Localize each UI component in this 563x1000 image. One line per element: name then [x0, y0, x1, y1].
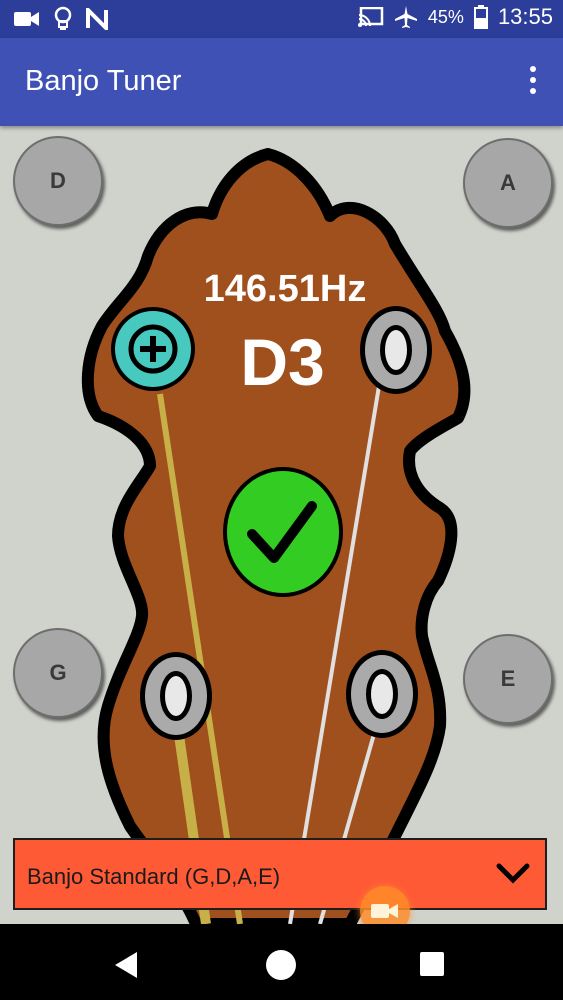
string-button-a[interactable]: A	[463, 138, 553, 228]
string-button-e-label: E	[500, 666, 516, 691]
string-button-e[interactable]: E	[463, 634, 553, 724]
video-camera-icon	[371, 904, 398, 918]
more-vert-icon[interactable]	[521, 66, 545, 100]
string-button-g-label: G	[49, 660, 67, 685]
navigation-bar	[0, 924, 563, 1000]
string-button-g[interactable]: G	[13, 628, 103, 718]
airplane-mode-icon	[394, 6, 417, 28]
lightbulb-icon	[54, 6, 72, 30]
note-readout: D3	[240, 325, 325, 399]
string-button-d-label: D	[50, 168, 66, 193]
video-camera-icon	[14, 12, 39, 26]
tuner-stage: 146.51Hz D3 D A G E	[0, 126, 563, 924]
cast-icon	[357, 7, 384, 27]
frequency-readout: 146.51Hz	[203, 268, 367, 310]
string-button-a-label: A	[500, 170, 516, 195]
tuning-dropdown-value: Banjo Standard (G,D,A,E)	[27, 864, 281, 889]
tuner-hole-top-right	[360, 306, 432, 394]
battery-icon	[473, 5, 488, 29]
chevron-down-icon	[496, 863, 530, 884]
string-button-d[interactable]: D	[13, 136, 103, 226]
clock: 13:55	[497, 4, 553, 29]
tuner-hole-bottom-right	[346, 650, 418, 738]
recents-icon[interactable]	[420, 952, 444, 976]
home-icon[interactable]	[266, 950, 296, 980]
n-icon	[86, 8, 108, 30]
in-tune-check-icon	[223, 467, 343, 597]
tuning-dropdown[interactable]: Banjo Standard (G,D,A,E)	[13, 838, 547, 910]
battery-percent: 45%	[427, 6, 464, 27]
status-bar: 45% 13:55	[0, 0, 563, 38]
app-title: Banjo Tuner	[25, 65, 182, 97]
add-peg-button[interactable]	[110, 306, 196, 392]
back-icon[interactable]	[113, 950, 139, 980]
app-bar: Banjo Tuner	[0, 38, 563, 126]
tuner-hole-bottom-left	[140, 652, 212, 740]
